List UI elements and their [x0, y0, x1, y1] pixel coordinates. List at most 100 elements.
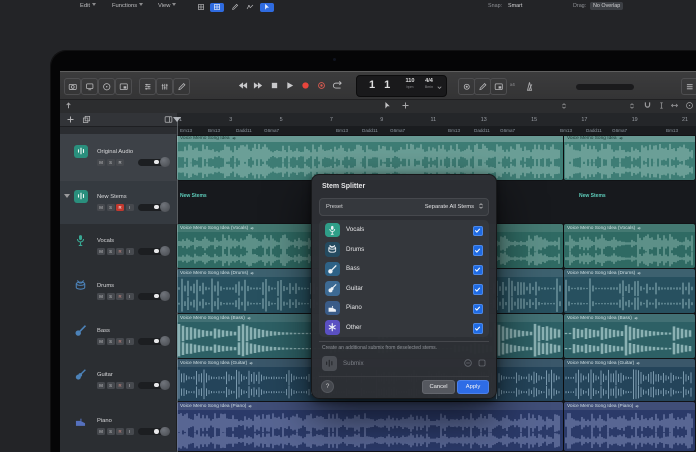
track-input-button[interactable]: I: [125, 203, 134, 211]
stem-checkbox[interactable]: [472, 264, 483, 275]
slider-knob[interactable]: [154, 382, 159, 388]
track-record-button[interactable]: R: [116, 158, 124, 166]
view-mode-button[interactable]: [210, 2, 224, 12]
audio-region[interactable]: Voice Memo Song Idea: [564, 134, 695, 180]
bar-ruler[interactable]: 1 3 5 7 9 11 13 15 17 19 21: [177, 113, 696, 127]
stem-row-vocals[interactable]: Vocals: [319, 220, 489, 240]
audio-region[interactable]: Voice Memo Song Idea (Vocals): [564, 224, 695, 268]
track-name[interactable]: New Stems: [97, 194, 127, 200]
track-row-piano[interactable]: Piano M S R I: [60, 402, 177, 452]
menu-right-icon-ibeam[interactable]: [657, 101, 667, 111]
drag-select[interactable]: No Overlap: [590, 2, 624, 10]
stem-row-other[interactable]: Other: [319, 318, 489, 338]
track-row-new-stems[interactable]: New Stems M S R I: [60, 181, 177, 225]
track-name[interactable]: Vocals: [97, 238, 114, 244]
count-in-label[interactable]: x4: [510, 82, 515, 87]
submix-box-icon[interactable]: [477, 358, 487, 368]
add-track-button[interactable]: [66, 115, 75, 124]
toolbar-icon-qm[interactable]: [98, 78, 115, 95]
updown-chevrons-icon[interactable]: [628, 102, 636, 110]
toolbar-right-icon-pencil[interactable]: [474, 78, 491, 95]
stem-checkbox[interactable]: [472, 323, 483, 334]
stem-checkbox[interactable]: [472, 303, 483, 314]
track-input-button[interactable]: I: [125, 247, 134, 255]
toolbar-icon-toggles[interactable]: [139, 78, 156, 95]
toolbar-icon-disp[interactable]: [81, 78, 98, 95]
pointer-tool-select[interactable]: [383, 101, 393, 111]
audio-region[interactable]: Voice Memo Song Idea (Piano): [564, 402, 695, 451]
toolbar-icon-pencil[interactable]: [173, 78, 190, 95]
preset-select[interactable]: Preset Separate All Stems: [319, 198, 489, 216]
editors-list-icon[interactable]: [681, 78, 696, 95]
toolbar-icon-pip[interactable]: [115, 78, 132, 95]
transport-fwd-button[interactable]: [252, 79, 265, 92]
track-record-button[interactable]: R: [116, 247, 124, 255]
view-mode-button[interactable]: [228, 3, 242, 12]
menu-view[interactable]: View: [158, 3, 177, 9]
updown-chevrons-icon[interactable]: [560, 102, 568, 110]
track-record-button[interactable]: R: [116, 428, 124, 435]
track-input-button[interactable]: I: [125, 381, 134, 389]
remove-circle-icon[interactable]: [463, 358, 473, 368]
track-row-original-audio[interactable]: Original Audio M S R: [60, 134, 177, 182]
slider-knob[interactable]: [154, 204, 159, 210]
pencil-tool-select[interactable]: [401, 101, 411, 111]
audio-region[interactable]: Voice Memo Song Idea (Guitar): [564, 359, 695, 401]
track-mute-button[interactable]: M: [97, 247, 105, 255]
track-solo-button[interactable]: S: [106, 381, 115, 389]
menu-right-icon-widen[interactable]: [670, 101, 680, 111]
track-record-button[interactable]: R: [116, 203, 124, 211]
track-pan-knob[interactable]: [160, 202, 170, 212]
audio-region[interactable]: Voice Memo Song Idea (Bass): [564, 314, 695, 358]
track-mute-button[interactable]: M: [97, 428, 105, 435]
track-solo-button[interactable]: S: [106, 428, 115, 435]
menu-right-icon-qm[interactable]: [685, 101, 695, 111]
view-mode-button[interactable]: [194, 3, 208, 12]
track-row-bass[interactable]: Bass M S R I: [60, 314, 177, 360]
duplicate-track-button[interactable]: [82, 115, 91, 124]
transport-rec-button[interactable]: [299, 79, 312, 92]
track-mute-button[interactable]: M: [97, 292, 105, 300]
stem-row-drums[interactable]: Drums: [319, 240, 489, 260]
track-row-drums[interactable]: Drums M S R I: [60, 269, 177, 315]
track-row-vocals[interactable]: Vocals M S R I: [60, 224, 177, 270]
disclosure-triangle-icon[interactable]: [64, 193, 70, 198]
audio-region[interactable]: Voice Memo Song Idea (Piano): [177, 402, 563, 451]
stem-row-bass[interactable]: Bass: [319, 259, 489, 279]
transport-stop-button[interactable]: [268, 79, 281, 92]
view-mode-button[interactable]: [260, 2, 274, 12]
toolbar-icon-cam[interactable]: [64, 78, 81, 95]
track-pan-knob[interactable]: [160, 246, 170, 256]
track-row-guitar[interactable]: Guitar M S R I: [60, 359, 177, 403]
track-pan-knob[interactable]: [160, 291, 170, 301]
inspector-toggle-icon[interactable]: [64, 101, 74, 111]
lcd-position[interactable]: 1 1: [369, 79, 393, 91]
audio-region[interactable]: Voice Memo Song Idea (Drums): [564, 269, 695, 313]
view-mode-button[interactable]: [243, 3, 257, 12]
track-header-config-icon[interactable]: [164, 115, 173, 124]
track-mute-button[interactable]: M: [97, 381, 105, 389]
slider-knob[interactable]: [154, 248, 159, 254]
help-button[interactable]: ?: [321, 380, 334, 393]
cancel-button[interactable]: Cancel: [422, 380, 455, 394]
slider-knob[interactable]: [154, 429, 159, 434]
track-solo-button[interactable]: S: [106, 337, 115, 345]
stem-checkbox[interactable]: [472, 284, 483, 295]
transport-loop-button[interactable]: [331, 79, 344, 92]
track-input-button[interactable]: I: [125, 292, 134, 300]
playhead[interactable]: [177, 118, 178, 452]
track-name[interactable]: Drums: [97, 283, 114, 289]
transport-play-button[interactable]: [283, 79, 296, 92]
track-solo-button[interactable]: S: [106, 203, 115, 211]
master-volume-slider[interactable]: [576, 84, 634, 90]
transport-rec2-button[interactable]: [315, 79, 328, 92]
track-record-button[interactable]: R: [116, 337, 124, 345]
lcd-chevron-icon[interactable]: [436, 84, 443, 91]
toolbar-right-icon-pip[interactable]: [490, 78, 507, 95]
stem-row-piano[interactable]: Piano: [319, 298, 489, 318]
track-solo-button[interactable]: S: [106, 158, 115, 166]
track-input-button[interactable]: I: [125, 337, 134, 345]
stem-checkbox[interactable]: [472, 245, 483, 256]
track-name[interactable]: Original Audio: [97, 149, 133, 155]
track-input-button[interactable]: I: [125, 428, 134, 435]
